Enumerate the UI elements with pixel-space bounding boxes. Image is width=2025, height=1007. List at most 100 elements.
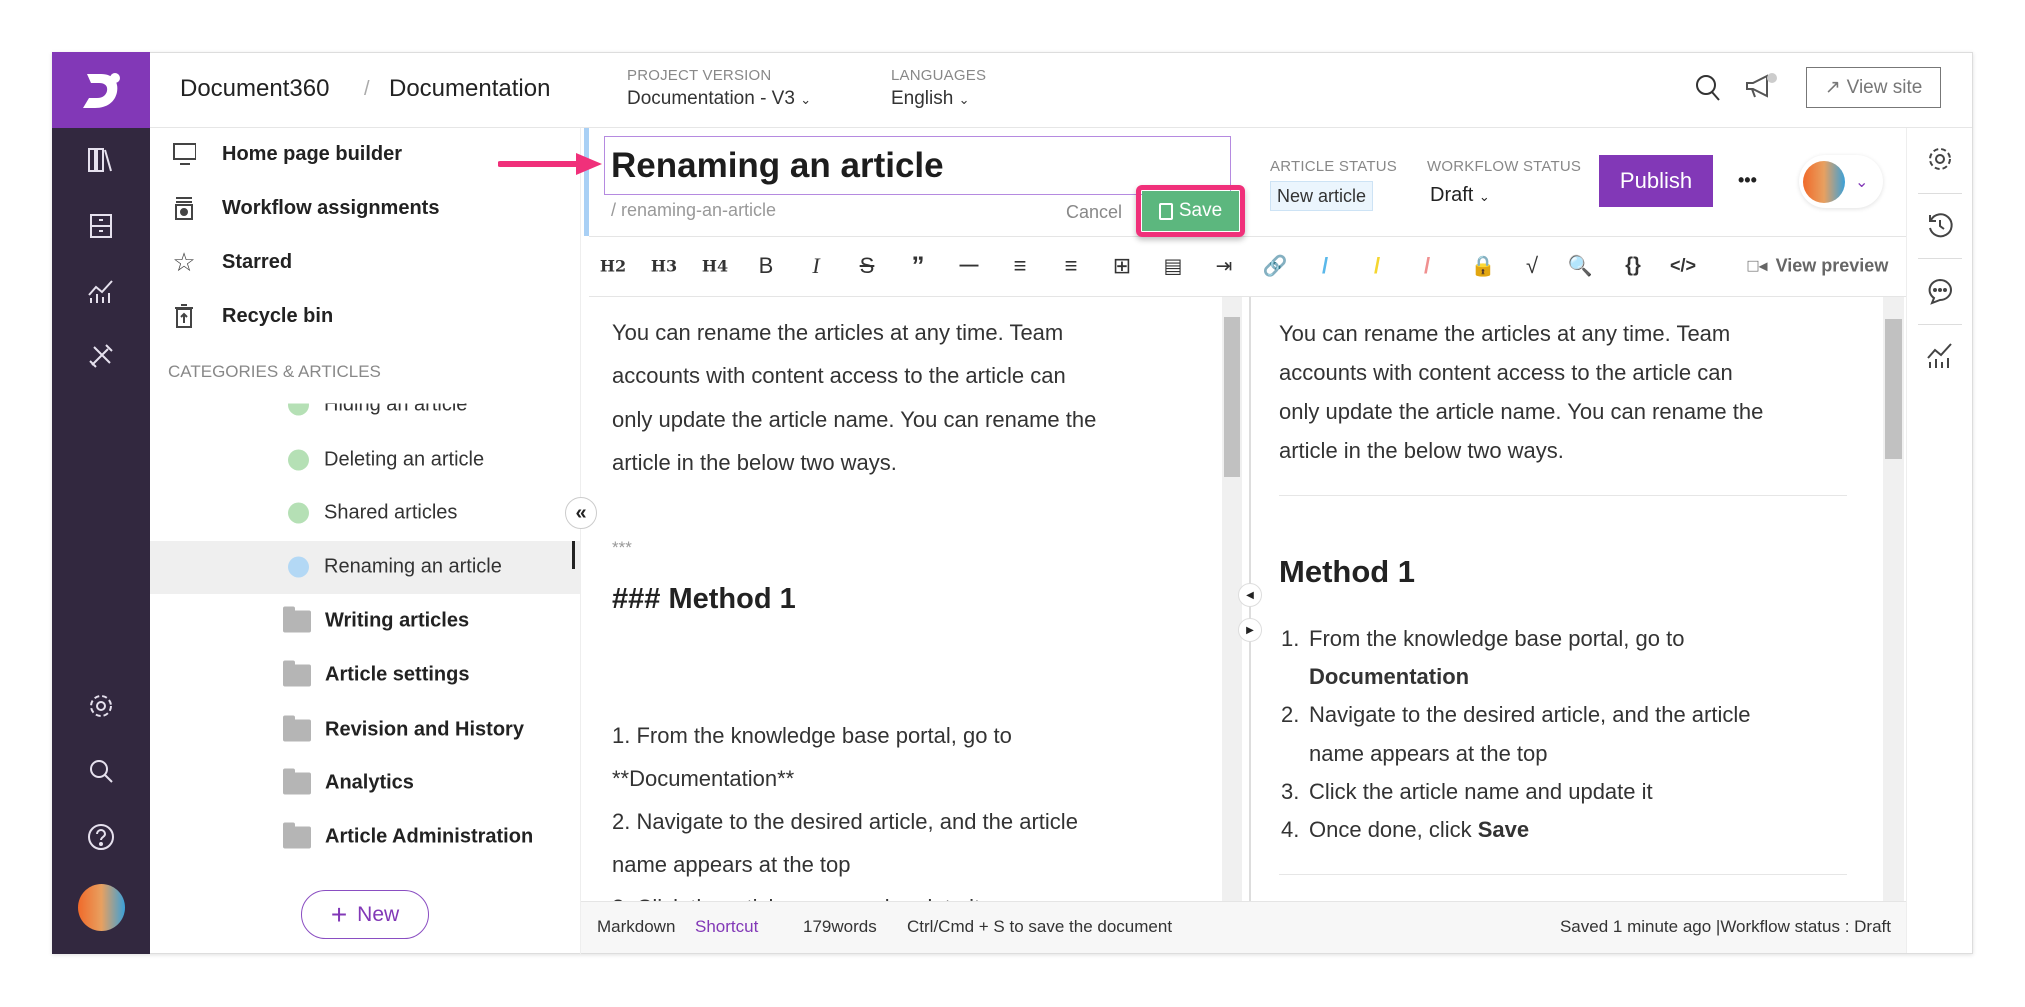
scroll-thumb[interactable]: [1224, 317, 1240, 477]
editor-line: ***: [612, 538, 632, 557]
divider: [1918, 193, 1962, 194]
article-label: Deleting an article: [324, 448, 485, 471]
comments-icon[interactable]: [1906, 277, 1973, 305]
pointer-arrow-annotation: [498, 153, 602, 175]
code-block-icon[interactable]: {}: [1625, 255, 1641, 278]
category-folder[interactable]: Article settings: [283, 660, 469, 687]
more-options-button[interactable]: •••: [1738, 170, 1757, 191]
strikethrough-button[interactable]: S: [860, 253, 875, 279]
project-version-label: PROJECT VERSION: [627, 67, 772, 84]
preview-line: You can rename the articles at any time.…: [1279, 321, 1731, 346]
preview-scrollbar[interactable]: [1883, 297, 1904, 901]
nav-starred[interactable]: ☆ Starred: [172, 246, 292, 277]
yellow-highlight-icon[interactable]: /: [1374, 253, 1380, 279]
article-item-selected[interactable]: Renaming an article: [288, 556, 502, 579]
preview-line: only update the article name. You can re…: [1279, 399, 1764, 424]
article-label: Renaming an article: [324, 555, 502, 578]
quote-icon[interactable]: ”: [912, 251, 925, 282]
category-folder[interactable]: Analytics: [283, 768, 414, 795]
settings-icon[interactable]: [52, 692, 150, 720]
folder-label: Revision and History: [325, 718, 524, 741]
article-settings-icon[interactable]: [1906, 145, 1973, 173]
list-number: 1.: [1281, 626, 1300, 651]
divider: [1918, 258, 1962, 259]
math-icon[interactable]: √: [1526, 253, 1538, 279]
help-icon[interactable]: [52, 823, 150, 851]
library-icon[interactable]: [52, 146, 150, 174]
contributor-avatar-menu[interactable]: ⌄: [1799, 155, 1883, 208]
save-button[interactable]: Save: [1142, 191, 1239, 231]
nav-recycle-bin[interactable]: Recycle bin: [172, 304, 333, 328]
link-icon[interactable]: 🔗: [1263, 254, 1288, 279]
editor-line: article in the below two ways.: [612, 450, 897, 475]
search-icon[interactable]: [1694, 73, 1722, 108]
shortcut-link[interactable]: Shortcut: [695, 917, 758, 937]
red-highlight-icon[interactable]: /: [1424, 253, 1430, 279]
save-status: Saved 1 minute ago |Workflow status : Dr…: [1559, 917, 1891, 936]
active-indicator: [584, 128, 589, 236]
article-slug[interactable]: / renaming-an-article: [611, 200, 776, 221]
category-folder[interactable]: Writing articles: [283, 606, 469, 633]
table-icon[interactable]: ⊞: [1113, 253, 1131, 279]
horizontal-rule-icon[interactable]: —: [960, 255, 979, 277]
breadcrumb-documentation[interactable]: Documentation: [389, 75, 550, 103]
bold-button[interactable]: B: [759, 253, 774, 279]
numbered-list-icon[interactable]: ≡: [1065, 253, 1078, 279]
word-count: 179words: [803, 917, 877, 936]
star-icon: ☆: [172, 246, 196, 277]
markdown-label: Markdown: [597, 917, 676, 936]
editor-line: only update the article name. You can re…: [612, 407, 1097, 432]
history-icon[interactable]: [1906, 212, 1973, 240]
article-item[interactable]: Shared articles: [288, 502, 457, 525]
article-analytics-icon[interactable]: [1906, 342, 1973, 370]
project-version-dropdown[interactable]: Documentation - V3 ⌄: [627, 88, 811, 110]
search-icon[interactable]: [52, 757, 150, 785]
publish-label: Publish: [1619, 168, 1693, 193]
chevron-down-icon: ⌄: [1478, 189, 1490, 204]
find-document-icon[interactable]: 🔍: [1568, 254, 1593, 279]
workflow-status-dropdown[interactable]: Draft ⌄: [1430, 184, 1490, 207]
image-icon[interactable]: ▤: [1164, 254, 1183, 279]
breadcrumb-separator: /: [364, 78, 370, 100]
nav-workflow-assignments[interactable]: Workflow assignments: [172, 196, 439, 220]
editor-line: ### Method 1: [612, 583, 796, 615]
heading3-button[interactable]: H3: [651, 257, 677, 276]
html-icon[interactable]: </>: [1670, 256, 1696, 277]
language-dropdown[interactable]: English ⌄: [891, 88, 970, 110]
cancel-button[interactable]: Cancel: [1066, 202, 1122, 223]
view-site-button[interactable]: ↗ View site: [1806, 67, 1941, 108]
status-dot: [288, 502, 309, 524]
scroll-thumb[interactable]: [1885, 319, 1902, 459]
heading2-button[interactable]: H2: [600, 257, 626, 276]
archive-icon[interactable]: [52, 212, 150, 240]
save-icon: [1158, 202, 1173, 220]
category-folder[interactable]: Article Administration: [283, 822, 533, 849]
markdown-editor[interactable]: You can rename the articles at any time.…: [581, 297, 1222, 901]
preview-hr: [1279, 874, 1847, 875]
contributor-avatar: [1803, 160, 1845, 203]
announcement-icon[interactable]: [1744, 72, 1778, 107]
category-folder[interactable]: Revision and History: [283, 715, 524, 742]
bullet-list-icon[interactable]: ≡: [1014, 253, 1027, 279]
workflow-status-value: Draft: [1430, 184, 1474, 206]
import-file-icon[interactable]: ⇥: [1216, 254, 1233, 279]
new-label: New: [357, 902, 400, 926]
blue-highlight-icon[interactable]: /: [1322, 253, 1328, 279]
analytics-icon[interactable]: [52, 277, 150, 305]
tools-icon[interactable]: [52, 342, 150, 370]
article-item[interactable]: Deleting an article: [288, 449, 484, 472]
status-bar: Markdown Shortcut 179words Ctrl/Cmd + S …: [581, 901, 1906, 953]
nav-home-page-builder[interactable]: Home page builder: [172, 142, 402, 166]
private-note-icon[interactable]: 🔒: [1471, 254, 1496, 279]
save-hint: Ctrl/Cmd + S to save the document: [907, 917, 1173, 936]
italic-button[interactable]: I: [812, 253, 819, 279]
publish-button[interactable]: Publish: [1599, 155, 1713, 207]
breadcrumb-project[interactable]: Document360: [180, 75, 329, 103]
new-button[interactable]: + New: [301, 890, 429, 939]
heading4-button[interactable]: H4: [702, 257, 728, 276]
editor-line: **Documentation**: [612, 766, 795, 791]
view-preview-button[interactable]: □◂ View preview: [1748, 256, 1889, 277]
chevron-down-icon: ⌄: [800, 92, 812, 107]
user-avatar[interactable]: [78, 884, 125, 931]
document360-logo[interactable]: [52, 52, 150, 128]
